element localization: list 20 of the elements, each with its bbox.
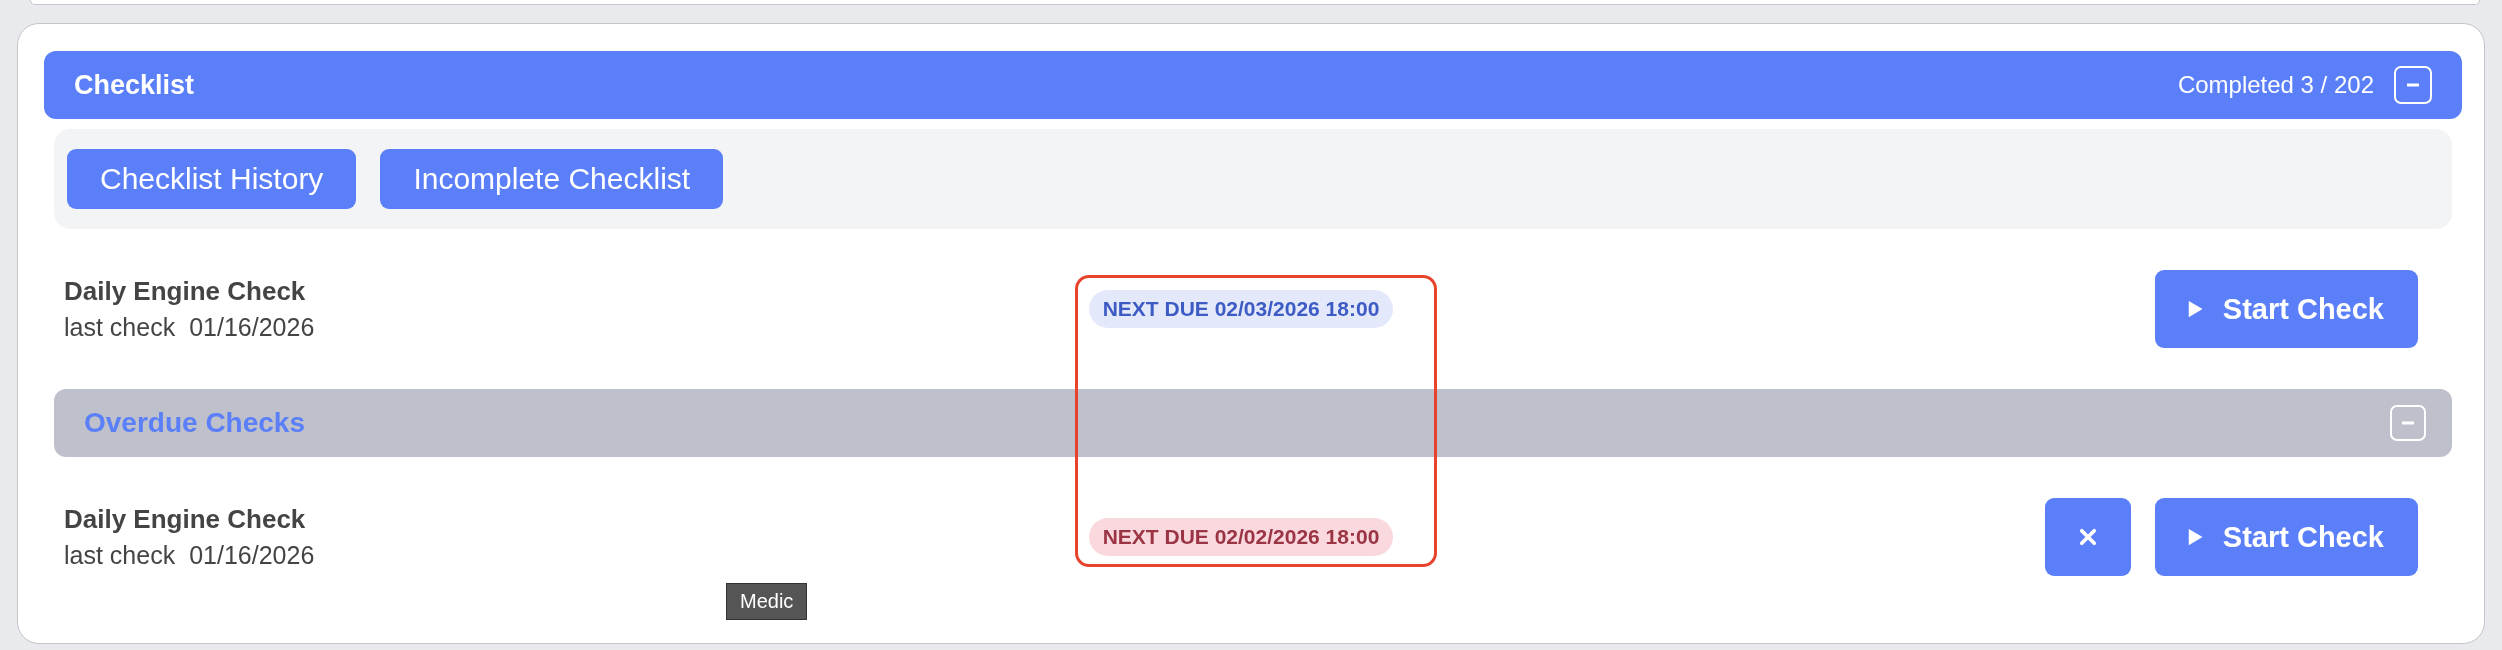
dismiss-button[interactable] bbox=[2044, 498, 2131, 576]
last-check-date: 01/16/2026 bbox=[189, 541, 315, 570]
collapse-button[interactable] bbox=[2390, 405, 2426, 441]
last-check-date: 01/16/2026 bbox=[189, 313, 315, 342]
next-due-badge: NEXT DUE 02/03/2026 18:00 bbox=[1088, 290, 1394, 328]
next-due-badge: NEXT DUE 02/02/2026 18:00 bbox=[1088, 518, 1394, 556]
start-check-button[interactable]: Start Check bbox=[2154, 270, 2418, 348]
toolbar-button[interactable]: Incomplete Checklist bbox=[380, 149, 724, 209]
last-check-label: last check bbox=[64, 541, 176, 570]
tooltip: Medic bbox=[726, 583, 808, 620]
collapse-button[interactable] bbox=[2394, 66, 2432, 104]
section-title: Overdue Checks bbox=[84, 407, 305, 439]
check-name: Daily Engine Check bbox=[64, 276, 307, 307]
last-check-label: last check bbox=[64, 313, 176, 342]
close-icon bbox=[2077, 527, 2098, 547]
check-name: Daily Engine Check bbox=[64, 504, 307, 535]
completed-count: Completed 3 / 202 bbox=[2177, 71, 2374, 99]
toolbar-button[interactable]: Checklist History bbox=[67, 149, 357, 209]
section-title: Checklist bbox=[74, 69, 195, 101]
start-check-button[interactable]: Start Check bbox=[2154, 498, 2418, 576]
